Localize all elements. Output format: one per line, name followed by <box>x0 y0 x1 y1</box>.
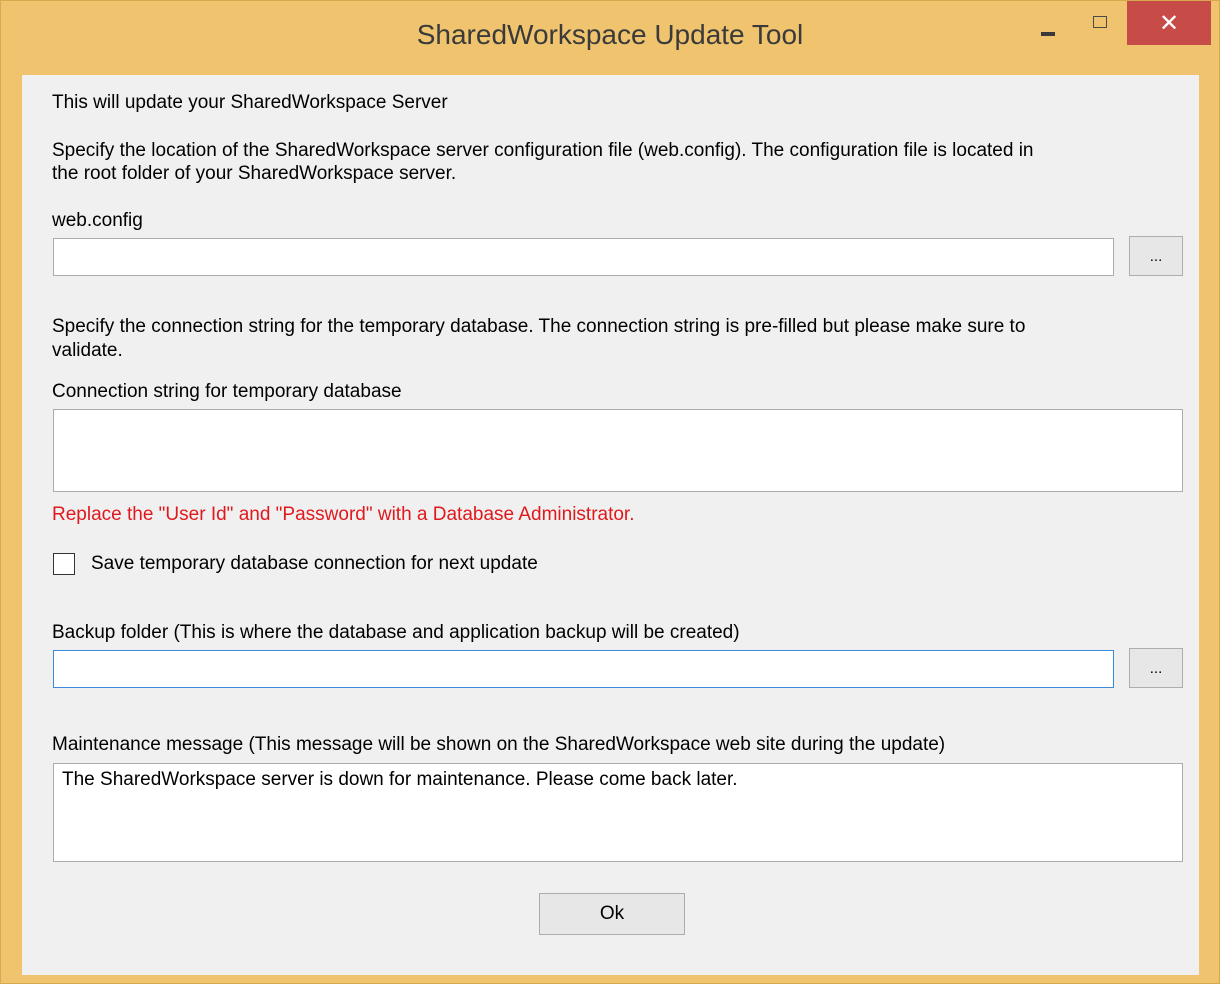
close-icon: ✕ <box>1158 10 1180 37</box>
connection-string-input[interactable] <box>53 409 1183 492</box>
minimize-button[interactable] <box>1025 1 1069 45</box>
maintenance-message-input[interactable]: The SharedWorkspace server is down for m… <box>53 763 1183 862</box>
webconfig-description-line2: the root folder of your SharedWorkspace … <box>52 163 457 184</box>
webconfig-description-line1: Specify the location of the SharedWorksp… <box>52 140 1034 161</box>
update-tool-window: SharedWorkspace Update Tool ✕ This will … <box>0 0 1220 984</box>
save-connection-checkbox[interactable] <box>53 553 75 575</box>
title-bar[interactable]: SharedWorkspace Update Tool ✕ <box>1 1 1219 75</box>
intro-text: This will update your SharedWorkspace Se… <box>52 92 448 113</box>
save-connection-label[interactable]: Save temporary database connection for n… <box>91 552 538 575</box>
close-button[interactable]: ✕ <box>1127 1 1211 45</box>
backup-folder-label: Backup folder (This is where the databas… <box>52 622 740 643</box>
maximize-icon <box>1093 16 1107 28</box>
dialog-content: This will update your SharedWorkspace Se… <box>22 75 1199 975</box>
ok-button[interactable]: Ok <box>539 893 685 935</box>
webconfig-browse-button[interactable]: ... <box>1129 236 1183 276</box>
connection-description-line2: validate. <box>52 340 123 361</box>
connection-label: Connection string for temporary database <box>52 381 402 402</box>
webconfig-label: web.config <box>52 210 143 231</box>
connection-description-line1: Specify the connection string for the te… <box>52 316 1026 337</box>
connection-warning: Replace the "User Id" and "Password" wit… <box>52 504 635 525</box>
backup-folder-input[interactable] <box>53 650 1114 688</box>
maintenance-label: Maintenance message (This message will b… <box>52 734 946 755</box>
minimize-icon <box>1041 32 1055 36</box>
webconfig-input[interactable] <box>53 238 1114 276</box>
backup-folder-browse-button[interactable]: ... <box>1129 648 1183 688</box>
maximize-button[interactable] <box>1077 1 1127 45</box>
